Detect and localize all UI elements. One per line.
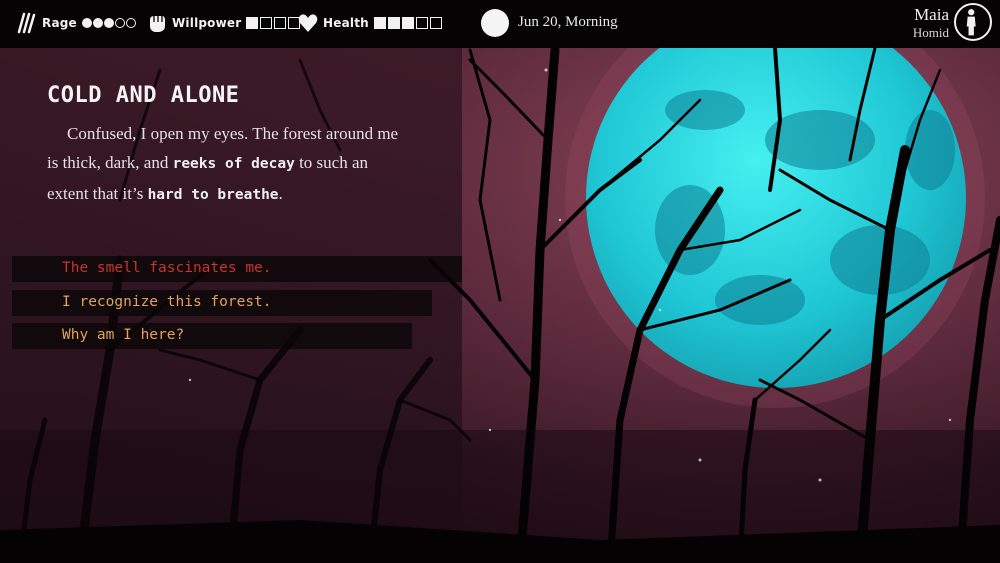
date-time: Jun 20, Morning [518,14,618,30]
character-form: Homid [912,25,949,40]
willpower-label: Willpower [172,16,242,30]
stat-pip-filled [246,17,259,29]
story-title: COLD AND ALONE [47,83,240,108]
health-pips [373,17,443,29]
stat-pip-empty [114,18,125,28]
stat-pip-filled [81,18,92,28]
willpower-stat: Willpower [146,10,301,36]
choice-recognize-forest[interactable]: I recognize this forest. [62,294,272,310]
stat-pip-filled [92,18,103,28]
claw-marks-icon [17,12,36,34]
stat-pip-filled [373,17,386,29]
heart-icon [298,14,318,32]
stat-pip-empty [429,17,442,29]
story-text-part: . [278,184,283,203]
stat-pip-filled [401,17,414,29]
character-avatar[interactable] [954,3,992,41]
stat-pip-empty [260,17,273,29]
stat-pip-empty [415,17,428,29]
story-text-emphasis: hard to breathe [147,187,279,203]
story-text-emphasis: reeks of decay [172,156,295,172]
character-name: Maia [914,5,949,24]
rage-pips [81,18,136,28]
story-text: Confused, I open my eyes. The forest aro… [47,119,407,210]
rage-stat: Rage [16,10,136,36]
top-hud: Rage Willpower Health Jun 20, Morning Ma… [0,0,1000,48]
choice-why-here[interactable]: Why am I here? [62,327,184,343]
full-moon-icon [481,9,509,37]
health-stat: Health [297,10,443,36]
choice-smell-fascinates[interactable]: The smell fascinates me. [62,260,272,276]
stat-pip-empty [125,18,136,28]
stat-pip-empty [274,17,287,29]
human-silhouette-icon [966,9,976,36]
fist-icon [150,16,165,32]
stat-pip-filled [103,18,114,28]
health-label: Health [323,16,369,30]
willpower-pips [246,17,301,29]
rage-label: Rage [42,16,77,30]
stat-pip-filled [387,17,400,29]
